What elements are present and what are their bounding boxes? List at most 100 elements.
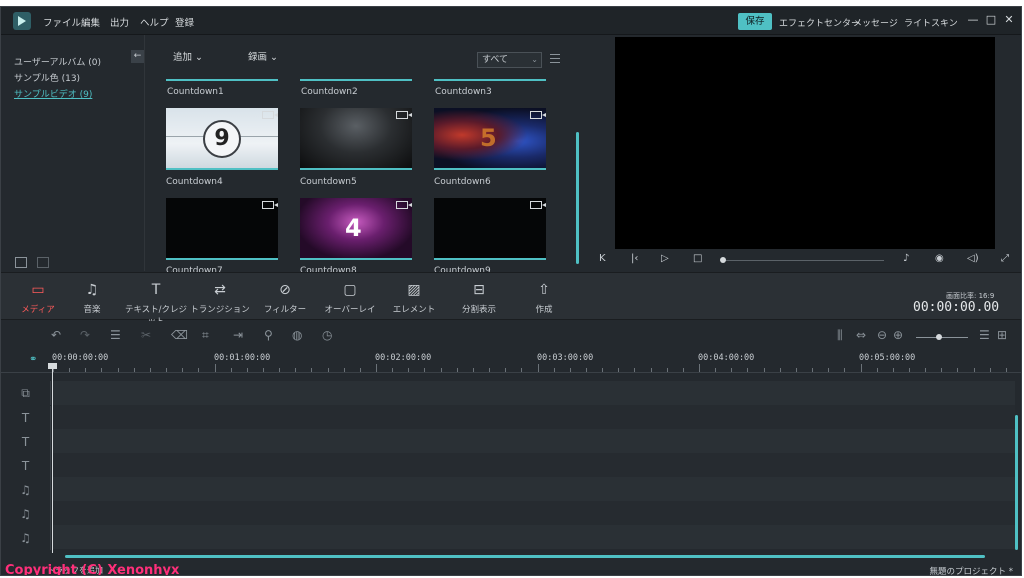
menu-export[interactable]: 出力 <box>110 15 129 29</box>
collapse-panel-icon[interactable]: ← <box>131 50 144 63</box>
ruler-tick <box>392 368 394 372</box>
close-button[interactable]: ✕ <box>1001 12 1017 28</box>
audio-track-icon[interactable]: ♫ <box>1 502 51 526</box>
skip-back-icon[interactable]: K <box>599 253 606 264</box>
tool-label: オーバーレイ <box>324 305 376 315</box>
record-dropdown[interactable]: 録画 ⌄ <box>248 49 278 63</box>
thumbnail <box>300 108 412 170</box>
folder-user-album[interactable]: ユーザーアルバム (0) <box>14 55 101 68</box>
ruler-tick <box>812 368 814 372</box>
messages-link[interactable]: メッセージ <box>853 16 898 29</box>
track-lane[interactable] <box>52 477 1015 501</box>
playhead[interactable] <box>52 365 53 553</box>
zoom-in-icon[interactable]: ⊕ <box>893 328 903 342</box>
add-folder-icon[interactable] <box>15 257 27 268</box>
text-track-icon[interactable]: T <box>1 454 51 478</box>
delete-icon[interactable]: ⌫ <box>171 328 188 342</box>
zoom-slider-handle[interactable] <box>936 334 942 340</box>
audio-track-icon[interactable]: ♫ <box>1 478 51 502</box>
add-dropdown[interactable]: 追加 ⌄ <box>173 49 203 63</box>
cut-icon[interactable]: ✂ <box>141 328 151 342</box>
microphone-icon[interactable]: ♪ <box>903 253 909 264</box>
tool-music[interactable]: ♫ 音楽 <box>57 273 127 321</box>
speed-icon[interactable]: ◷ <box>322 328 332 342</box>
track-lane[interactable] <box>52 405 1015 429</box>
maximize-button[interactable]: □ <box>983 12 999 28</box>
ruler-tick <box>489 368 491 372</box>
copyright-watermark: Copyright (C) Xenonhyx <box>5 563 180 576</box>
timeline-toolbar: ↶ ↷ ☰ ✂ ⌫ ⌗ ⇥ ⚲ ◍ ◷ ⫼ ⇔ ⊖ ⊕ ☰ ⊞ <box>1 321 1021 351</box>
media-item-label[interactable]: Countdown1 <box>167 87 224 97</box>
app-window: ファイル 編集 出力 ヘルプ 登録 保存 エフェクトセンター メッセージ ライト… <box>0 6 1022 576</box>
undo-icon[interactable]: ↶ <box>51 328 61 342</box>
remove-folder-icon[interactable] <box>37 257 49 268</box>
menu-help[interactable]: ヘルプ <box>140 15 169 29</box>
thumbnail: 4 <box>300 198 412 260</box>
fit-to-timeline-icon[interactable]: ⇔ <box>856 328 866 342</box>
scrubber-handle[interactable] <box>720 257 726 263</box>
minimize-button[interactable]: — <box>965 12 981 28</box>
zoom-out-icon[interactable]: ⊖ <box>877 328 887 342</box>
ruler-tick <box>198 368 200 372</box>
ruler-tick <box>359 368 361 372</box>
camera-icon[interactable]: ◉ <box>935 253 944 264</box>
effects-center-link[interactable]: エフェクトセンター <box>779 16 860 29</box>
folder-sample-videos[interactable]: サンプルビデオ (9) <box>14 87 92 100</box>
tool-text[interactable]: T テキスト/クレジット <box>121 273 191 327</box>
list-view-icon[interactable] <box>550 54 560 63</box>
ruler-tick <box>876 368 878 372</box>
grid-icon[interactable]: ⊞ <box>997 328 1007 342</box>
menu-register[interactable]: 登録 <box>175 15 194 29</box>
tool-overlay[interactable]: ▢ オーバーレイ <box>315 273 385 321</box>
ruler-tick <box>69 368 71 372</box>
audio-mixer-icon[interactable]: ⫼ <box>837 328 843 343</box>
tool-filters[interactable]: ⊘ フィルター <box>250 273 320 321</box>
play-icon[interactable]: ▷ <box>661 253 669 264</box>
track-lane[interactable] <box>52 453 1015 477</box>
library-scrollbar[interactable] <box>576 132 579 264</box>
playback-scrubber[interactable] <box>722 260 884 261</box>
stop-icon[interactable]: □ <box>693 253 702 264</box>
tool-elements[interactable]: ▨ エレメント <box>379 273 449 321</box>
adjust-icon[interactable]: ☰ <box>110 328 121 342</box>
list-icon[interactable]: ☰ <box>979 328 990 342</box>
filter-select[interactable]: すべて ⌄ <box>477 52 542 68</box>
light-skin-link[interactable]: ライトスキン <box>904 16 958 29</box>
track-lane[interactable] <box>52 429 1015 453</box>
tool-export[interactable]: ⇧ 作成 <box>509 273 579 321</box>
audio-track-icon[interactable]: ♫ <box>1 526 51 550</box>
tool-label: エレメント <box>392 305 436 315</box>
ruler-tick <box>295 368 297 372</box>
menu-file[interactable]: ファイル <box>43 15 81 29</box>
color-palette-icon[interactable]: ◍ <box>292 328 302 342</box>
ruler-tick <box>715 368 717 372</box>
zoom-slider[interactable] <box>916 337 968 338</box>
track-lane[interactable] <box>52 381 1015 405</box>
fullscreen-icon[interactable]: ⤢ <box>1001 253 1009 264</box>
video-track-icon[interactable]: ⧉ <box>1 381 51 405</box>
text-track-icon[interactable]: T <box>1 430 51 454</box>
track-lane[interactable] <box>52 525 1015 549</box>
music-note-icon: ♫ <box>85 282 99 298</box>
text-track-icon[interactable]: T <box>1 406 51 430</box>
media-item-label: Countdown4 <box>166 177 223 187</box>
folder-sample-colors[interactable]: サンプル色 (13) <box>14 71 80 84</box>
volume-icon[interactable]: ◁) <box>967 253 979 264</box>
save-button[interactable]: 保存 <box>738 13 772 30</box>
tool-split-screen[interactable]: ⊟ 分割表示 <box>444 273 514 321</box>
track-lane[interactable] <box>52 501 1015 525</box>
redo-icon[interactable]: ↷ <box>80 328 90 342</box>
freeze-frame-icon[interactable]: ⇥ <box>233 328 243 342</box>
snap-link-icon[interactable]: ⚭ <box>29 354 37 365</box>
crop-icon[interactable]: ⌗ <box>202 328 209 343</box>
marker-icon[interactable]: ⚲ <box>264 328 273 342</box>
menu-edit[interactable]: 編集 <box>81 15 100 29</box>
timeline-vertical-scrollbar[interactable] <box>1015 415 1018 550</box>
timeline-ruler[interactable]: ⚭ 00:00:00:00 00:01:00:00 00:02:00:00 00… <box>1 351 1021 373</box>
ruler-tick <box>682 368 684 372</box>
tool-transitions[interactable]: ⇄ トランジション <box>185 273 255 321</box>
step-back-icon[interactable]: |‹ <box>631 253 638 264</box>
media-item-label[interactable]: Countdown3 <box>435 87 492 97</box>
media-item-label[interactable]: Countdown2 <box>301 87 358 97</box>
timeline-horizontal-scrollbar[interactable] <box>65 555 985 558</box>
